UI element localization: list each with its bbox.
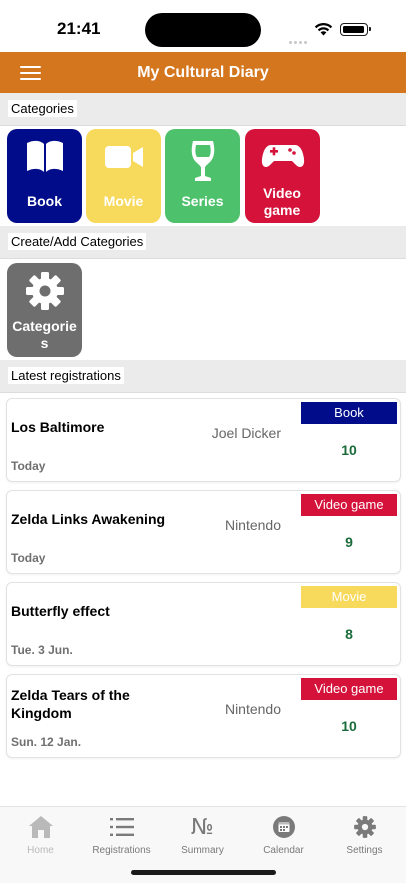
- registration-date: Today: [11, 459, 46, 473]
- gear-icon: [7, 270, 82, 310]
- page-title: My Cultural Diary: [137, 64, 269, 81]
- tab-label: Calendar: [263, 845, 304, 856]
- calendar-icon: [243, 814, 324, 840]
- tab-label: Settings: [346, 845, 383, 856]
- category-badge: Video game: [301, 494, 397, 516]
- registration-score: 10: [341, 442, 357, 458]
- category-label: Video game: [263, 185, 301, 218]
- battery-icon: [340, 23, 371, 36]
- registration-score: 9: [345, 534, 353, 550]
- app-screen: 21:41 My Cultural Diary Categories Book: [0, 0, 406, 883]
- registration-author: Nintendo: [224, 701, 281, 717]
- section-header-latest: Latest registrations: [0, 360, 406, 393]
- wine-glass-icon: [165, 139, 240, 181]
- registration-card[interactable]: Zelda Links Awakening Nintendo Today Vid…: [6, 490, 401, 574]
- home-indicator[interactable]: [131, 870, 276, 875]
- status-time: 21:41: [57, 19, 101, 38]
- registration-author: Nintendo: [224, 517, 281, 533]
- registration-title: Zelda Links Awakening: [11, 511, 166, 527]
- section-header-create: Create/Add Categories: [0, 226, 406, 259]
- manage-categories-tile[interactable]: Categories: [7, 263, 82, 357]
- book-icon: [7, 139, 82, 179]
- registration-date: Sun. 12 Jan.: [11, 735, 82, 749]
- registration-card[interactable]: Zelda Tears of the Kingdom Nintendo Sun.…: [6, 674, 401, 758]
- tab-label: Summary: [181, 845, 224, 856]
- cellular-signal-icon: [289, 31, 309, 49]
- nav-bar: My Cultural Diary: [0, 52, 406, 93]
- tab-summary[interactable]: № Summary: [162, 814, 243, 857]
- tab-settings[interactable]: Settings: [324, 814, 405, 856]
- category-label: Categories: [12, 318, 77, 351]
- category-label: Movie: [103, 193, 144, 209]
- section-title-categories: Categories: [8, 100, 77, 117]
- status-bar: 21:41: [0, 0, 406, 52]
- tab-label: Registrations: [92, 845, 151, 856]
- category-label: Series: [181, 193, 224, 209]
- tab-registrations[interactable]: Registrations: [81, 814, 162, 856]
- category-tile-movie[interactable]: Movie: [86, 129, 161, 223]
- category-badge: Video game: [301, 678, 397, 700]
- dynamic-island: [145, 13, 261, 47]
- registration-author: Joel Dicker: [211, 425, 281, 441]
- category-badge: Movie: [301, 586, 397, 608]
- numero-icon: №: [191, 814, 214, 840]
- registration-date: Today: [11, 551, 46, 565]
- section-title-create: Create/Add Categories: [8, 233, 147, 250]
- tab-home[interactable]: Home: [0, 814, 81, 856]
- registration-score: 10: [341, 718, 357, 734]
- list-icon: [81, 814, 162, 840]
- registration-score: 8: [345, 626, 353, 642]
- video-camera-icon: [86, 139, 161, 179]
- registration-card[interactable]: Los Baltimore Joel Dicker Today Book 10: [6, 398, 401, 482]
- gamepad-icon: [245, 139, 320, 179]
- registration-date: Tue. 3 Jun.: [11, 643, 73, 657]
- tab-calendar[interactable]: Calendar: [243, 814, 324, 856]
- tab-label: Home: [27, 845, 54, 856]
- wifi-icon: [314, 22, 333, 41]
- category-tile-book[interactable]: Book: [7, 129, 82, 223]
- category-tile-video-game[interactable]: Video game: [245, 129, 320, 223]
- category-badge: Book: [301, 402, 397, 424]
- registration-title: Zelda Tears of the Kingdom: [11, 687, 130, 721]
- category-tile-series[interactable]: Series: [165, 129, 240, 223]
- section-header-categories: Categories: [0, 93, 406, 126]
- registration-title: Los Baltimore: [11, 419, 105, 435]
- section-title-latest: Latest registrations: [8, 367, 124, 384]
- category-label: Book: [27, 193, 62, 209]
- registration-title: Butterfly effect: [11, 603, 110, 619]
- home-icon: [0, 814, 81, 840]
- gear-icon: [324, 814, 405, 840]
- registration-card[interactable]: Butterfly effect Tue. 3 Jun. Movie 8: [6, 582, 401, 666]
